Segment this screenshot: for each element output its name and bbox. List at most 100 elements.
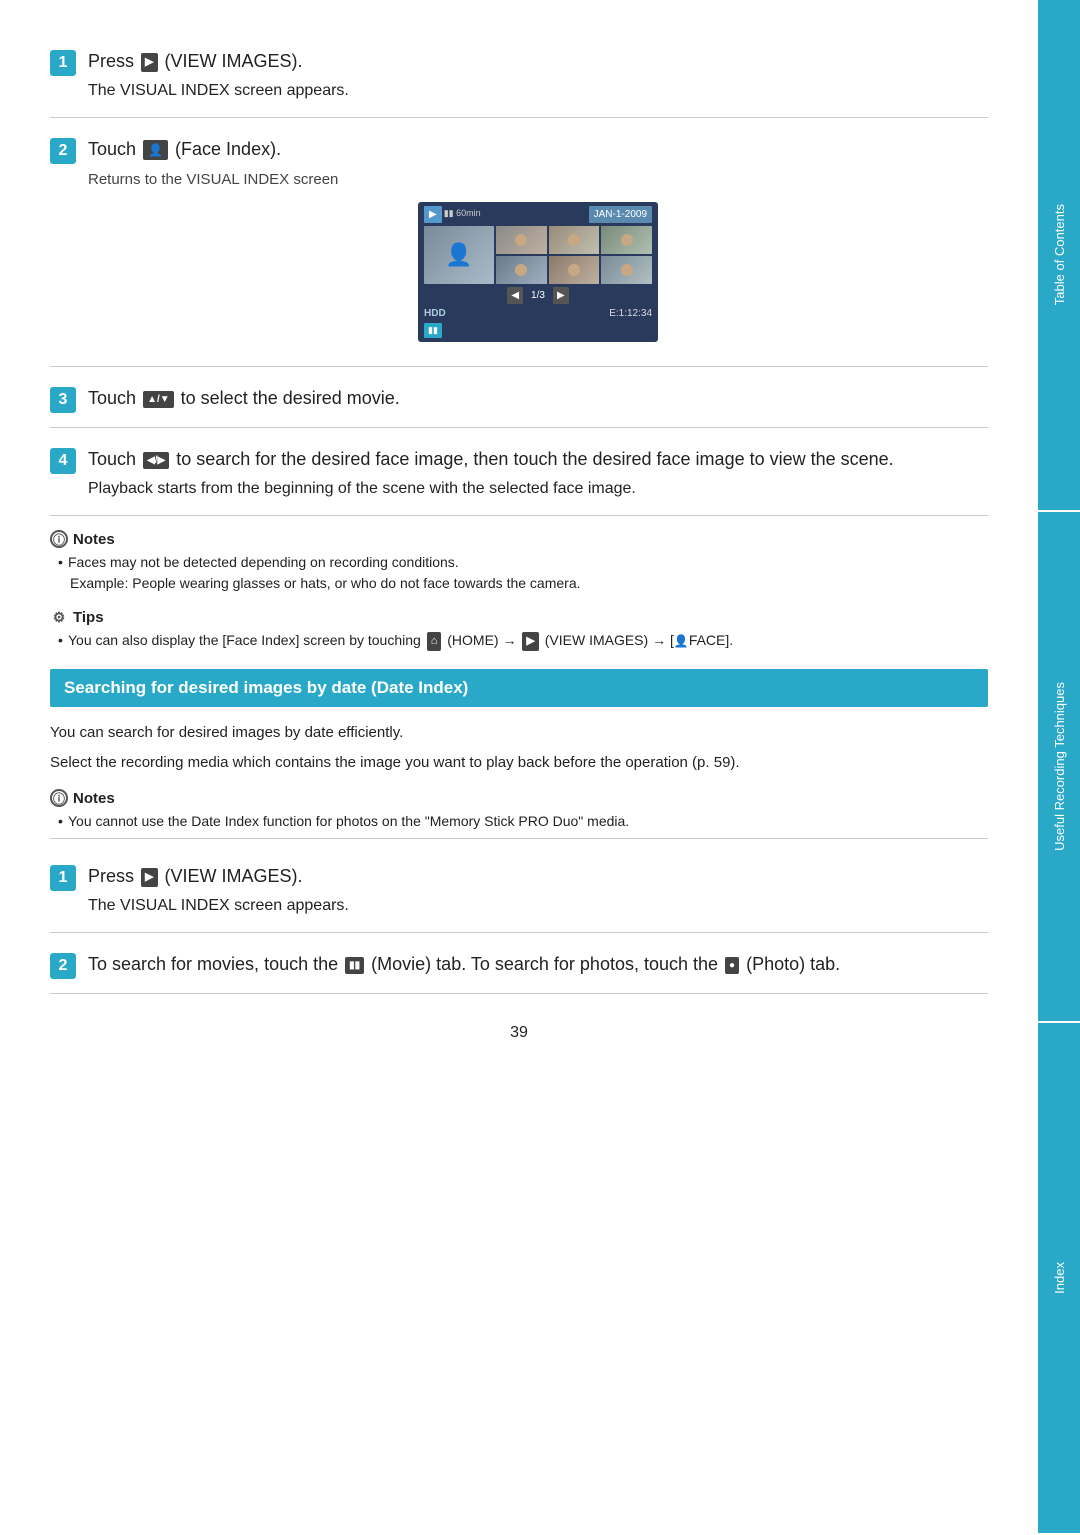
notes-1-block: ⓘ Notes Faces may not be detected depend… xyxy=(50,530,988,594)
s2-step-2-middle: (Movie) tab. To search for photos, touch… xyxy=(371,954,718,974)
tips-1-block: ⚙ Tips You can also display the [Face In… xyxy=(50,608,988,651)
notes-1-item-2: Example: People wearing glasses or hats,… xyxy=(70,573,988,594)
s2-step-1-row: 1 Press ▶ (VIEW IMAGES). The VISUAL INDE… xyxy=(50,863,988,918)
face-cell-5 xyxy=(549,256,600,284)
step-3-action: Touch xyxy=(88,388,136,408)
home-icon: ⌂ xyxy=(427,632,442,651)
divider-1 xyxy=(50,838,988,839)
step-2-sub: Returns to the VISUAL INDEX screen xyxy=(88,169,988,192)
tips-1-title: ⚙ Tips xyxy=(50,608,988,626)
step-2-block: 2 Touch 👤 (Face Index). Returns to the V… xyxy=(50,118,988,367)
section-2-header: Searching for desired images by date (Da… xyxy=(50,669,988,707)
tape-icon: ▮▮ xyxy=(424,321,652,339)
sidebar: Table of Contents Useful Recording Techn… xyxy=(1038,0,1080,1535)
step-2-action: Touch xyxy=(88,139,136,159)
camera-grid-container: 👤 xyxy=(424,226,652,284)
step-3-block: 3 Touch ▲/▼ to select the desired movie. xyxy=(50,367,988,428)
step-1-block: 1 Press ▶ (VIEW IMAGES). The VISUAL INDE… xyxy=(50,30,988,118)
sidebar-toc-label: Table of Contents xyxy=(1052,204,1067,305)
sidebar-tab-toc[interactable]: Table of Contents xyxy=(1038,0,1080,510)
s2-step-1-action: Press xyxy=(88,866,134,886)
face-cell-2 xyxy=(549,226,600,254)
section-2-body-1: You can search for desired images by dat… xyxy=(50,721,988,745)
camera-icons: ▶ ▮▮ 60min xyxy=(424,206,481,223)
step-1-action: Press xyxy=(88,51,134,71)
s2-step-1-sub: The VISUAL INDEX screen appears. xyxy=(88,894,988,918)
s2-step-2-number: 2 xyxy=(50,953,76,979)
step-2-row: 2 Touch 👤 (Face Index). Returns to the V… xyxy=(50,136,988,352)
nav-next: ▶ xyxy=(553,287,569,304)
sidebar-index-label: Index xyxy=(1052,1262,1067,1294)
s2-step-2-row: 2 To search for movies, touch the ▮▮ (Mo… xyxy=(50,951,988,979)
step-3-row: 3 Touch ▲/▼ to select the desired movie. xyxy=(50,385,988,413)
nav-prev: ◀ xyxy=(507,287,523,304)
step-2-label: (Face Index). xyxy=(175,139,281,159)
face-cell-3 xyxy=(601,226,652,254)
camera-bottom-bar: HDD E:1:12:34 xyxy=(424,306,652,321)
nav-bar: ◀ 1/3 ▶ xyxy=(424,287,652,304)
section-2-body-2: Select the recording media which contain… xyxy=(50,751,988,775)
sidebar-recording-label: Useful Recording Techniques xyxy=(1052,682,1067,851)
prev-next-icon-4: ◀/▶ xyxy=(143,452,169,469)
nav-counter: 1/3 xyxy=(531,288,545,303)
notes-1-title: ⓘ Notes xyxy=(50,530,988,548)
timestamp: E:1:12:34 xyxy=(609,306,652,321)
tips-1-icon: ⚙ xyxy=(50,608,68,626)
hdd-label: HDD xyxy=(424,306,446,321)
main-content: 1 Press ▶ (VIEW IMAGES). The VISUAL INDE… xyxy=(0,0,1038,1535)
face-cell-4 xyxy=(496,256,547,284)
step-1-sub: The VISUAL INDEX screen appears. xyxy=(88,79,988,103)
camera-screen: ▶ ▮▮ 60min JAN-1-2009 👤 xyxy=(418,202,658,343)
view-images-icon-1: ▶ xyxy=(141,53,157,72)
notes-2-block: ⓘ Notes You cannot use the Date Index fu… xyxy=(50,789,988,832)
step-2-number: 2 xyxy=(50,138,76,164)
s2-step-1-number: 1 xyxy=(50,865,76,891)
notes-2-item-1: You cannot use the Date Index function f… xyxy=(58,811,988,832)
view-images-icon-tip: ▶ xyxy=(522,632,538,651)
page-number: 39 xyxy=(50,1024,988,1042)
notes-1-label: Notes xyxy=(73,531,115,548)
notes-1-item-1: Faces may not be detected depending on r… xyxy=(58,552,988,573)
step-3-number: 3 xyxy=(50,387,76,413)
step-4-sub: Playback starts from the beginning of th… xyxy=(88,477,988,501)
face-icon-tip: 👤 xyxy=(674,634,689,648)
notes-2-title: ⓘ Notes xyxy=(50,789,988,807)
prev-next-icon-3: ▲/▼ xyxy=(143,391,174,408)
large-face-image: 👤 xyxy=(424,226,494,284)
step-4-action: Touch xyxy=(88,449,136,469)
step-4-content: Touch ◀/▶ to search for the desired face… xyxy=(88,446,988,501)
face-index-icon: 👤 xyxy=(143,140,168,160)
s2-step-2-content: To search for movies, touch the ▮▮ (Movi… xyxy=(88,951,988,978)
s2-step-2-action: To search for movies, touch the xyxy=(88,954,338,974)
s2-step-2-end: (Photo) tab. xyxy=(746,954,840,974)
step-1-number: 1 xyxy=(50,50,76,76)
tips-1-item-1: You can also display the [Face Index] sc… xyxy=(58,630,988,651)
movie-tab-icon: ▮▮ xyxy=(345,957,364,974)
view-images-icon-s2: ▶ xyxy=(141,868,157,887)
step-4-number: 4 xyxy=(50,448,76,474)
time-display: ▮▮ 60min xyxy=(444,207,481,221)
step-4-row: 4 Touch ◀/▶ to search for the desired fa… xyxy=(50,446,988,501)
step-3-label: to select the desired movie. xyxy=(181,388,400,408)
s2-step-1-block: 1 Press ▶ (VIEW IMAGES). The VISUAL INDE… xyxy=(50,845,988,933)
step-1-label: (VIEW IMAGES). xyxy=(165,51,303,71)
s2-step-1-content: Press ▶ (VIEW IMAGES). The VISUAL INDEX … xyxy=(88,863,988,918)
s2-step-2-block: 2 To search for movies, touch the ▮▮ (Mo… xyxy=(50,933,988,994)
step-3-content: Touch ▲/▼ to select the desired movie. xyxy=(88,385,988,412)
step-4-label: to search for the desired face image, th… xyxy=(176,449,893,469)
sidebar-tab-recording[interactable]: Useful Recording Techniques xyxy=(1038,512,1080,1022)
face-cell-6 xyxy=(601,256,652,284)
camera-screen-top: ▶ ▮▮ 60min JAN-1-2009 xyxy=(424,206,652,223)
tips-1-label: Tips xyxy=(73,609,104,626)
play-btn-icon: ▶ xyxy=(424,206,442,223)
notes-1-icon: ⓘ xyxy=(50,530,68,548)
notes-2-icon: ⓘ xyxy=(50,789,68,807)
s2-step-1-label: (VIEW IMAGES). xyxy=(165,866,303,886)
date-display: JAN-1-2009 xyxy=(589,206,652,223)
step-4-block: 4 Touch ◀/▶ to search for the desired fa… xyxy=(50,428,988,516)
notes-2-label: Notes xyxy=(73,790,115,807)
step-2-content: Touch 👤 (Face Index). Returns to the VIS… xyxy=(88,136,988,352)
step-1-row: 1 Press ▶ (VIEW IMAGES). The VISUAL INDE… xyxy=(50,48,988,103)
sidebar-tab-index[interactable]: Index xyxy=(1038,1023,1080,1533)
face-grid xyxy=(496,226,652,284)
